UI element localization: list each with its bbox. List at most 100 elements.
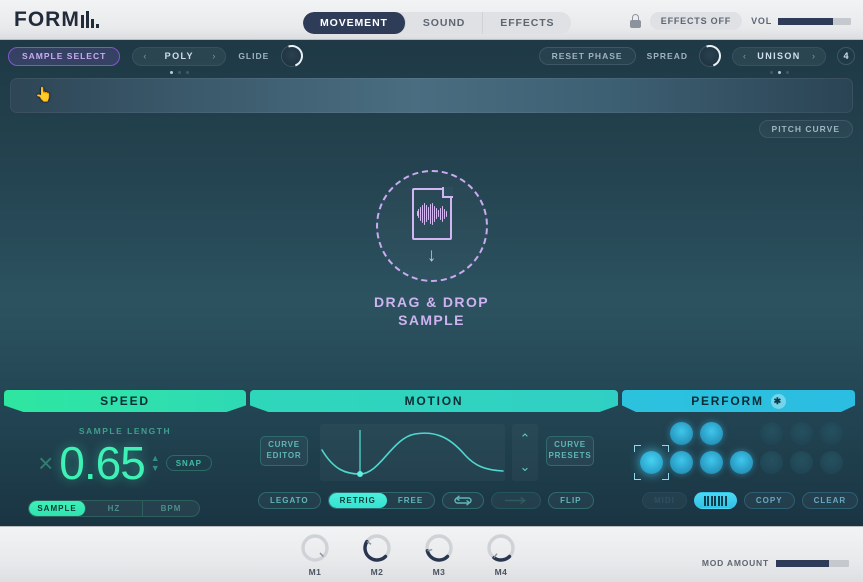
pad[interactable] <box>790 451 813 474</box>
mod-knob-m1: M1 <box>300 533 330 577</box>
mod-knob-m3: M3 <box>424 533 454 577</box>
pad[interactable] <box>760 422 783 445</box>
main-tabs[interactable]: MOVEMENT SOUND EFFECTS <box>303 12 572 34</box>
mod-knob-label: M1 <box>308 567 322 577</box>
copy-button[interactable]: COPY <box>743 492 795 509</box>
footer-bar: M1 M2 M3 M4 MOD AMOUNT <box>0 526 863 582</box>
flip-button[interactable]: FLIP <box>548 492 594 509</box>
pad-selected[interactable] <box>640 451 663 474</box>
volume-control: VOL <box>751 16 851 26</box>
unison-selector[interactable]: ‹ UNISON › <box>732 46 826 74</box>
pad[interactable] <box>670 451 693 474</box>
stepper-up[interactable]: ▲ <box>151 454 160 463</box>
free-button[interactable]: FREE <box>387 493 434 508</box>
unison-pagination <box>733 70 825 74</box>
unit-sample[interactable]: SAMPLE <box>29 501 86 516</box>
section-tab-perform-label: PERFORM <box>691 394 764 408</box>
logo-text: FORM <box>14 7 80 31</box>
voice-mode-next[interactable]: › <box>210 51 217 61</box>
section-tab-motion[interactable]: MOTION <box>250 390 618 412</box>
pad-row-1 <box>670 422 856 445</box>
mod-knob-m2: M2 <box>362 533 392 577</box>
oneshot-button[interactable] <box>491 492 542 509</box>
tab-effects[interactable]: EFFECTS <box>483 12 571 34</box>
mod-amount-slider[interactable] <box>776 559 849 567</box>
curve-nudge-down[interactable]: ⌄ <box>520 460 531 473</box>
effects-off-button[interactable]: EFFECTS OFF <box>649 12 743 30</box>
curve-nudge-up[interactable]: ⌃ <box>520 432 531 445</box>
midi-learn-button[interactable]: MIDI <box>642 492 687 509</box>
unison-prev[interactable]: ‹ <box>741 51 748 61</box>
pad[interactable] <box>790 422 813 445</box>
top-bar: FORM MOVEMENT SOUND EFFECTS EFFECTS OFF … <box>0 0 863 40</box>
curve-display[interactable] <box>320 424 505 481</box>
sample-length-value[interactable]: 0.65 <box>59 440 146 486</box>
keyboard-icon <box>703 495 727 506</box>
retrig-free-group[interactable]: RETRIG FREE <box>327 492 436 509</box>
retrig-button[interactable]: RETRIG <box>328 493 387 508</box>
voice-mode-prev[interactable]: ‹ <box>141 51 148 61</box>
curve-editor-button[interactable]: CURVE EDITOR <box>260 436 308 466</box>
legato-button[interactable]: LEGATO <box>258 492 321 509</box>
waveform-strip[interactable]: 👆 <box>10 78 853 113</box>
pad-selected-wrapper[interactable] <box>634 445 669 480</box>
sub-toolbar-left: SAMPLE SELECT ‹ POLY › GLIDE <box>8 41 307 74</box>
loop-button[interactable] <box>442 492 485 509</box>
pad[interactable] <box>700 422 723 445</box>
speed-unit-toggle[interactable]: SAMPLE HZ BPM <box>28 500 200 517</box>
snap-button[interactable]: SNAP <box>165 455 212 471</box>
unison-voice-count[interactable]: 4 <box>837 47 855 65</box>
section-tab-perform[interactable]: PERFORM ✱ <box>622 390 855 412</box>
pitch-curve-button[interactable]: PITCH CURVE <box>758 120 853 138</box>
pad[interactable] <box>670 422 693 445</box>
curve-editor-line1: CURVE <box>268 440 300 450</box>
pad[interactable] <box>700 451 723 474</box>
drag-drop-zone[interactable]: ↓ DRAG & DROP SAMPLE <box>0 170 863 329</box>
spread-label: SPREAD <box>646 51 688 61</box>
reset-phase-button[interactable]: RESET PHASE <box>538 47 636 65</box>
unison-next[interactable]: › <box>810 51 817 61</box>
hand-cursor-icon: 👆 <box>35 86 53 102</box>
mod-knob-dial[interactable] <box>486 533 516 563</box>
clear-button[interactable]: CLEAR <box>801 492 859 509</box>
section-tab-speed[interactable]: SPEED <box>4 390 246 412</box>
sample-length-value-row: × 0.65 ▲ ▼ SNAP <box>0 440 250 486</box>
pad[interactable] <box>820 451 843 474</box>
app-logo: FORM <box>14 8 99 32</box>
mod-knob-dial[interactable] <box>362 533 392 563</box>
pad[interactable] <box>760 451 783 474</box>
stepper-down[interactable]: ▼ <box>151 463 160 472</box>
mod-knob-dial[interactable] <box>424 533 454 563</box>
sample-select-button[interactable]: SAMPLE SELECT <box>8 46 121 66</box>
perform-pad-grid <box>634 422 856 480</box>
pad[interactable] <box>730 451 753 474</box>
wand-icon[interactable]: ✱ <box>770 393 786 409</box>
glide-knob[interactable] <box>277 41 307 71</box>
section-tabs[interactable]: SPEED MOTION PERFORM ✱ <box>4 390 859 412</box>
logo-bars-icon <box>80 11 99 28</box>
spread-knob[interactable] <box>695 41 725 71</box>
unit-bpm[interactable]: BPM <box>143 501 199 516</box>
mod-amount-control: MOD AMOUNT <box>702 558 849 568</box>
unison-label: UNISON <box>757 51 801 61</box>
curve-nudge-stepper[interactable]: ⌃ ⌄ <box>512 424 538 481</box>
tab-sound[interactable]: SOUND <box>406 12 484 34</box>
curve-presets-button[interactable]: CURVE PRESETS <box>546 436 594 466</box>
mod-knob-dial[interactable] <box>300 533 330 563</box>
keyboard-button[interactable] <box>693 492 737 509</box>
form-synth-window: FORM MOVEMENT SOUND EFFECTS EFFECTS OFF … <box>0 0 863 582</box>
voice-mode-pagination <box>133 70 225 74</box>
voice-mode-selector[interactable]: ‹ POLY › <box>132 46 227 74</box>
pad-row-2 <box>634 445 856 480</box>
voice-mode-label: POLY <box>164 51 194 61</box>
unit-hz[interactable]: HZ <box>86 501 143 516</box>
down-arrow-icon: ↓ <box>426 244 437 266</box>
lock-icon[interactable] <box>629 14 641 28</box>
mod-amount-label: MOD AMOUNT <box>701 558 769 568</box>
tab-movement[interactable]: MOVEMENT <box>303 12 406 34</box>
volume-slider[interactable] <box>778 17 851 25</box>
motion-button-row: LEGATO RETRIG FREE FLIP <box>258 492 594 509</box>
pad[interactable] <box>820 422 843 445</box>
drop-circle[interactable]: ↓ <box>375 170 488 282</box>
sample-length-stepper[interactable]: ▲ ▼ <box>151 454 160 472</box>
